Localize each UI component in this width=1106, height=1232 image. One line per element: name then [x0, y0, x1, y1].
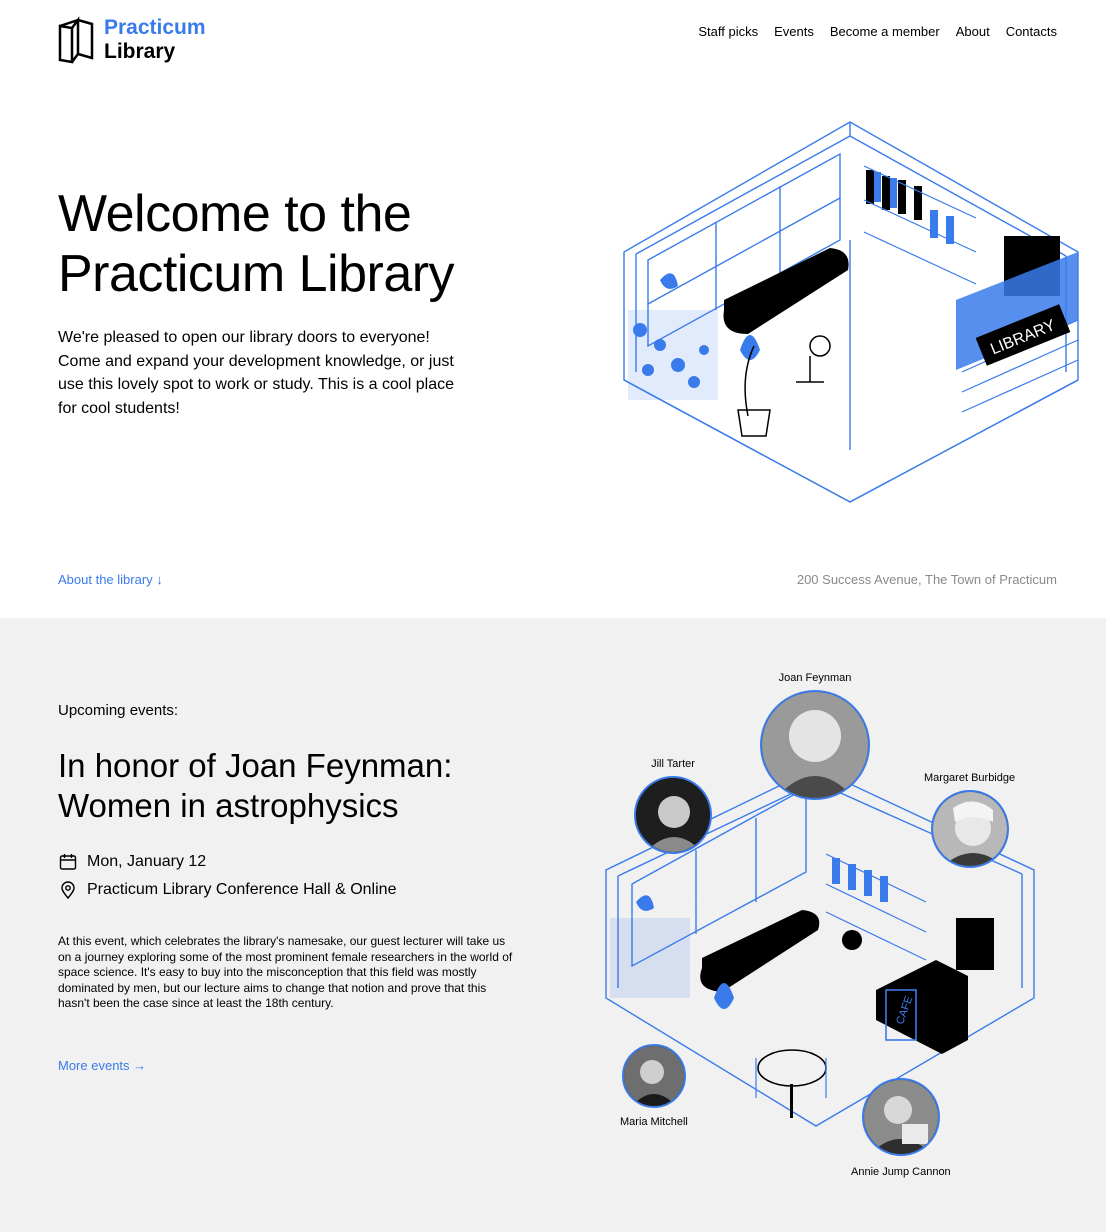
person-jill-tarter: Jill Tarter [634, 758, 712, 854]
logo-icon [58, 16, 94, 64]
more-events-link[interactable]: More events → [58, 1058, 146, 1073]
person-annie-jump-cannon: Annie Jump Cannon [851, 1078, 951, 1178]
address: 200 Success Avenue, The Town of Practicu… [796, 572, 1057, 587]
person-name: Jill Tarter [651, 758, 695, 770]
hero-title-line1: Welcome to the [58, 185, 412, 243]
nav-contacts[interactable]: Contacts [1006, 24, 1057, 39]
logo-subtitle: Library [104, 40, 176, 63]
events-section: Upcoming events: In honor of Joan Feynma… [0, 618, 1106, 1232]
event-date: Mon, January 12 [87, 853, 207, 870]
logo-title: Practicum [104, 16, 206, 39]
event-date-row: Mon, January 12 [58, 852, 206, 872]
nav-become-member[interactable]: Become a member [830, 24, 940, 39]
event-title-line1: In honor of Joan Feynman: [58, 747, 453, 784]
event-title-line2: Women in astrophysics [58, 787, 399, 824]
hero-title: Welcome to the Practicum Library [58, 184, 455, 304]
event-illustration: CAFE Joan Feynman Jill Tarter Margaret B… [596, 658, 1076, 1178]
person-name: Maria Mitchell [620, 1116, 688, 1128]
nav-about[interactable]: About [956, 24, 990, 39]
event-location: Practicum Library Conference Hall & Onli… [87, 881, 397, 898]
nav-events[interactable]: Events [774, 24, 814, 39]
nav-staff-picks[interactable]: Staff picks [698, 24, 758, 39]
avatar [930, 790, 1009, 868]
avatar [861, 1078, 940, 1156]
hero-section: Practicum Library Staff picks Events Bec… [0, 0, 1106, 618]
avatar [621, 1044, 686, 1108]
person-margaret-burbidge: Margaret Burbidge [924, 772, 1015, 868]
hero-title-line2: Practicum Library [58, 245, 455, 303]
person-name: Annie Jump Cannon [851, 1166, 951, 1178]
avatar [760, 690, 870, 800]
person-name: Margaret Burbidge [924, 772, 1016, 784]
library-illustration: LIBRARY [623, 121, 1079, 503]
upcoming-events-label: Upcoming events: [58, 702, 179, 719]
avatar [634, 776, 712, 854]
event-location-row: Practicum Library Conference Hall & Onli… [58, 880, 396, 900]
event-description: At this event, which celebrates the libr… [58, 934, 513, 1010]
logo[interactable]: Practicum Library [58, 16, 206, 64]
main-nav: Staff picks Events Become a member About… [698, 24, 1057, 39]
location-pin-icon [61, 881, 75, 900]
calendar-icon [59, 854, 77, 870]
person-name: Joan Feynman [778, 672, 852, 684]
event-title: In honor of Joan Feynman: Women in astro… [58, 746, 452, 826]
person-maria-mitchell: Maria Mitchell [620, 1044, 688, 1128]
about-library-link[interactable]: About the library ↓ [58, 572, 163, 587]
person-joan-feynman: Joan Feynman [760, 672, 870, 800]
hero-description: We're pleased to open our library doors … [58, 329, 455, 417]
